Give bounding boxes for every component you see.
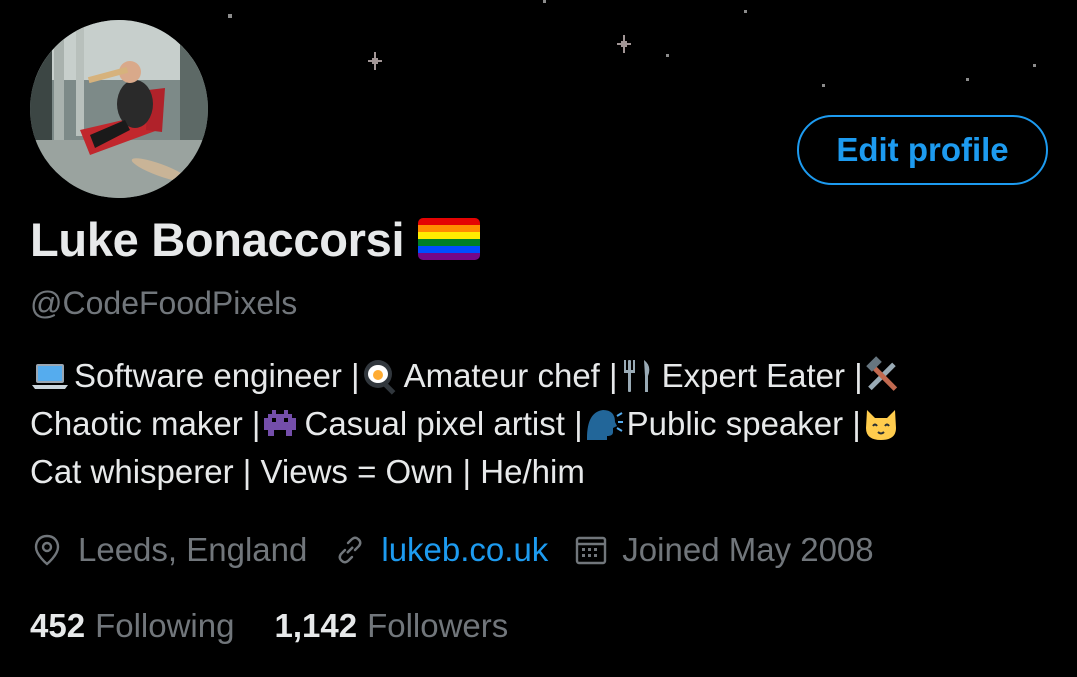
joined-text: Joined May 2008 [622,531,874,568]
followers-link[interactable]: 1,142 Followers [274,607,508,645]
avatar-photo [30,20,208,198]
avatar[interactable] [30,20,208,198]
website-link[interactable]: lukeb.co.uk [381,531,548,569]
fork-knife-icon [618,356,658,396]
bio-text: Expert Eater | [661,357,863,394]
profile-meta: Leeds, England lukeb.co.uk Joined May 20… [30,527,900,573]
bio-text: Software engineer | [74,357,360,394]
profile-bio: Software engineer | Amateur chef | Exper… [30,352,1040,496]
bio-text: Amateur chef | [403,357,618,394]
link-icon [333,533,367,567]
profile-name-row: Luke Bonaccorsi [30,208,481,270]
hammer-wrench-icon [863,356,903,396]
bio-line-3: Cat whisperer | Views = Own | He/him [30,448,1040,496]
display-name: Luke Bonaccorsi [30,212,405,266]
location-item: Leeds, England [30,531,307,569]
frying-pan-egg-icon [360,356,400,396]
speaking-head-icon [583,404,623,444]
rainbow-flag-icon [418,218,481,260]
bio-text: Cat whisperer | Views = Own | He/him [30,453,585,490]
bio-text: Public speaker | [626,405,861,442]
space-invader-icon [260,404,300,444]
followers-count: 1,142 [274,607,358,644]
website-item: lukeb.co.uk [333,531,548,569]
joined-item: Joined May 2008 [574,531,874,569]
following-count: 452 [30,607,86,644]
following-label: Following [95,607,235,644]
profile-stats: 452 Following 1,142 Followers [30,603,548,649]
laptop-icon [30,356,70,396]
bio-line-2: Chaotic maker | Casual pixel artist | Pu… [30,400,1040,448]
cat-face-icon [861,404,901,444]
followers-label: Followers [367,607,509,644]
bio-text: Chaotic maker | [30,405,261,442]
calendar-icon [574,533,608,567]
following-link[interactable]: 452 Following [30,607,234,645]
location-pin-icon [30,533,64,567]
location-text: Leeds, England [78,531,308,568]
user-handle: @CodeFoodPixels [30,285,298,321]
edit-profile-button[interactable]: Edit profile [797,115,1048,185]
bio-line-1: Software engineer | Amateur chef | Exper… [30,352,1040,400]
bio-text: Casual pixel artist | [304,405,583,442]
